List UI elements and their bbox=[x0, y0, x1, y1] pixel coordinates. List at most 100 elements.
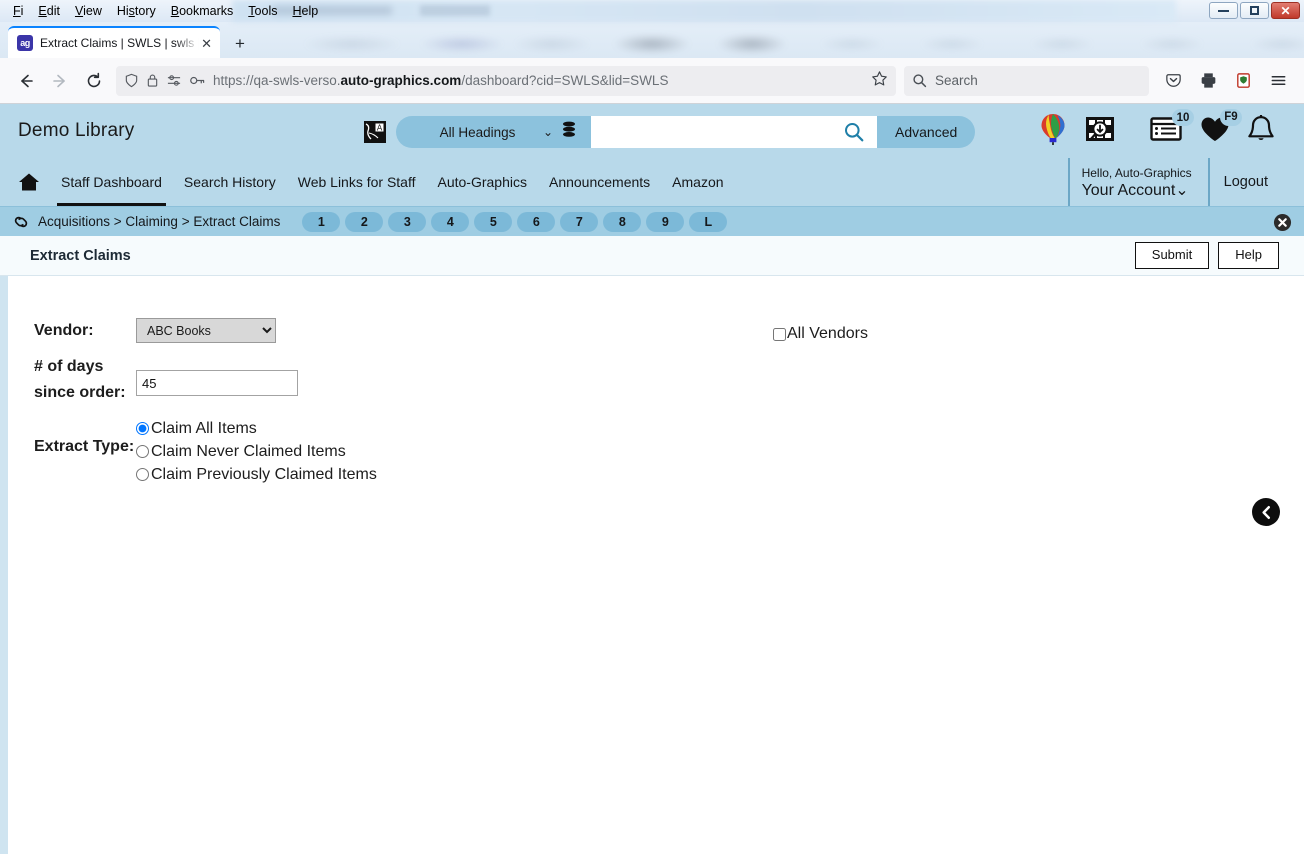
page-title-bar: Extract Claims Submit Help bbox=[0, 236, 1304, 276]
save-to-pocket-button[interactable] bbox=[1157, 66, 1189, 96]
bookmark-star-icon[interactable] bbox=[871, 70, 888, 92]
search-icon bbox=[845, 123, 864, 142]
browser-toolbar-actions bbox=[1157, 66, 1294, 96]
radio-label: Claim All Items bbox=[151, 419, 257, 437]
help-button[interactable]: Help bbox=[1218, 242, 1279, 269]
database-icon[interactable] bbox=[561, 121, 577, 143]
alternate-script-icon[interactable]: A bbox=[362, 119, 388, 145]
browser-search-bar[interactable]: Search bbox=[904, 65, 1149, 96]
radio-input-claim-previously[interactable] bbox=[136, 468, 149, 481]
menu-tools[interactable]: Tools bbox=[241, 2, 284, 21]
app-navigation: Staff Dashboard Search History Web Links… bbox=[0, 158, 1304, 206]
logout-button[interactable]: Logout bbox=[1224, 174, 1268, 190]
background-blur-secondary bbox=[420, 5, 490, 16]
new-tab-button[interactable]: + bbox=[230, 35, 250, 52]
menu-file[interactable]: Fi bbox=[6, 2, 30, 21]
chevron-left-icon bbox=[1261, 505, 1270, 519]
radio-claim-previously-claimed-items[interactable]: Claim Previously Claimed Items bbox=[136, 463, 377, 486]
search-submit-button[interactable] bbox=[831, 116, 877, 148]
window-controls: ✕ bbox=[1209, 2, 1300, 19]
all-vendors-checkbox-wrapper[interactable]: All Vendors bbox=[773, 325, 868, 343]
page-pill-1[interactable]: 1 bbox=[302, 211, 341, 232]
page-pill-8[interactable]: 8 bbox=[603, 211, 642, 232]
browser-window: Fi Edit View History Bookmarks Tools Hel… bbox=[0, 0, 1304, 854]
page-pill-6[interactable]: 6 bbox=[517, 211, 556, 232]
page-pill-9[interactable]: 9 bbox=[646, 211, 685, 232]
menu-view[interactable]: View bbox=[68, 2, 109, 21]
nav-item-amazon[interactable]: Amazon bbox=[661, 158, 734, 206]
back-page-button[interactable] bbox=[1252, 498, 1280, 526]
nav-label: Announcements bbox=[548, 174, 651, 190]
page-title: Extract Claims bbox=[30, 247, 131, 264]
page-pill-3[interactable]: 3 bbox=[388, 211, 427, 232]
maximize-icon bbox=[1250, 6, 1259, 15]
forward-button[interactable] bbox=[44, 66, 76, 96]
breadcrumb-bar: Acquisitions > Claiming > Extract Claims… bbox=[0, 206, 1304, 236]
browser-navigation-bar: https://qa-swls-verso.auto-graphics.com/… bbox=[0, 58, 1304, 104]
key-icon bbox=[190, 76, 205, 85]
print-button[interactable] bbox=[1192, 66, 1224, 96]
link-icon[interactable] bbox=[12, 214, 30, 230]
extension-button[interactable] bbox=[1227, 66, 1259, 96]
close-window-button[interactable]: ✕ bbox=[1271, 2, 1300, 19]
minimize-button[interactable] bbox=[1209, 2, 1238, 19]
menu-help[interactable]: Help bbox=[285, 2, 325, 21]
maximize-button[interactable] bbox=[1240, 2, 1269, 19]
radio-input-claim-never[interactable] bbox=[136, 445, 149, 458]
back-button[interactable] bbox=[10, 66, 42, 96]
background-blur bbox=[232, 0, 1176, 22]
nav-item-staff-dashboard[interactable]: Staff Dashboard bbox=[50, 158, 173, 206]
saved-lists-button[interactable]: 10 bbox=[1150, 109, 1194, 147]
days-input[interactable] bbox=[136, 370, 298, 396]
printer-icon bbox=[1201, 73, 1215, 88]
advanced-search-button[interactable]: Advanced bbox=[877, 116, 976, 148]
minimize-icon bbox=[1218, 9, 1229, 12]
extract-type-options: Claim All Items Claim Never Claimed Item… bbox=[136, 416, 377, 486]
nav-label: Staff Dashboard bbox=[61, 174, 162, 190]
menu-history[interactable]: History bbox=[110, 2, 163, 21]
account-menu[interactable]: Hello, Auto-Graphics Your Account⌄ bbox=[1067, 158, 1208, 206]
all-vendors-checkbox[interactable] bbox=[773, 327, 786, 341]
vendor-select[interactable]: ABC Books bbox=[136, 318, 276, 343]
bell-icon bbox=[1248, 114, 1274, 140]
favorites-button[interactable]: F9 bbox=[1200, 108, 1242, 148]
page-pill-l[interactable]: L bbox=[689, 211, 728, 232]
page-pill-5[interactable]: 5 bbox=[474, 211, 513, 232]
nav-item-search-history[interactable]: Search History bbox=[173, 158, 287, 206]
app-search-group: A All Headings ⌄ Advanced bbox=[362, 116, 976, 148]
radio-input-claim-all[interactable] bbox=[136, 422, 149, 435]
menu-bookmarks[interactable]: Bookmarks bbox=[164, 2, 241, 21]
hamburger-menu-icon bbox=[1271, 75, 1285, 86]
nav-item-auto-graphics[interactable]: Auto-Graphics bbox=[427, 158, 538, 206]
browser-tab[interactable]: ag Extract Claims | SWLS | swls | Au ✕ bbox=[8, 26, 220, 58]
url-bar[interactable]: https://qa-swls-verso.auto-graphics.com/… bbox=[116, 65, 896, 96]
tab-close-icon[interactable]: ✕ bbox=[199, 37, 214, 50]
page-content: Vendor: ABC Books # of days since order:… bbox=[0, 276, 1304, 854]
search-scope-dropdown[interactable]: All Headings ⌄ bbox=[396, 116, 591, 148]
nav-item-web-links-for-staff[interactable]: Web Links for Staff bbox=[287, 158, 427, 206]
page-pill-7[interactable]: 7 bbox=[560, 211, 599, 232]
radio-claim-never-claimed-items[interactable]: Claim Never Claimed Items bbox=[136, 440, 377, 463]
page-pill-2[interactable]: 2 bbox=[345, 211, 384, 232]
tabstrip-background-blur bbox=[232, 22, 1304, 58]
list-badge: 10 bbox=[1172, 109, 1194, 126]
extract-type-row: Extract Type: Claim All Items Claim Neve… bbox=[8, 416, 1304, 486]
notifications-button[interactable] bbox=[1246, 114, 1276, 150]
left-rail bbox=[0, 276, 8, 854]
close-breadcrumb-button[interactable] bbox=[1273, 213, 1292, 237]
app-menu-button[interactable] bbox=[1262, 66, 1294, 96]
radio-claim-all-items[interactable]: Claim All Items bbox=[136, 417, 377, 440]
image-search-button[interactable] bbox=[1084, 113, 1116, 150]
menu-edit[interactable]: Edit bbox=[31, 2, 67, 21]
balloon-button[interactable] bbox=[1038, 112, 1068, 151]
reload-button[interactable] bbox=[78, 66, 110, 96]
nav-item-announcements[interactable]: Announcements bbox=[538, 158, 661, 206]
breadcrumb-text[interactable]: Acquisitions > Claiming > Extract Claims bbox=[38, 214, 280, 229]
submit-button[interactable]: Submit bbox=[1134, 242, 1210, 269]
page-pill-4[interactable]: 4 bbox=[431, 211, 470, 232]
logout-wrapper: Logout bbox=[1207, 158, 1276, 206]
extract-type-label: Extract Type: bbox=[34, 438, 135, 455]
balloon-icon bbox=[1041, 114, 1065, 145]
home-button[interactable] bbox=[18, 158, 50, 206]
search-input[interactable] bbox=[591, 116, 831, 148]
